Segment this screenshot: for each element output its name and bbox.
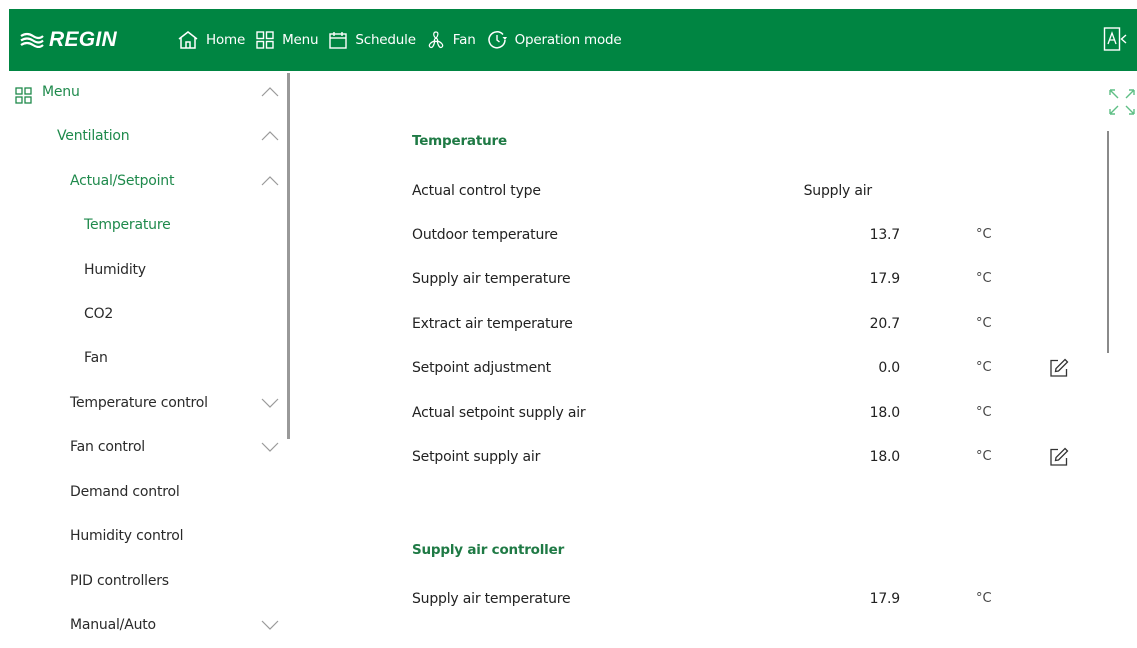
- regin-waves-icon: [20, 32, 44, 48]
- nav-fan[interactable]: Fan: [426, 30, 476, 50]
- regin-logo[interactable]: REGIN: [19, 28, 117, 52]
- row-value: 0.0: [878, 360, 900, 376]
- sidebar-item-fan-control[interactable]: Fan control: [0, 426, 286, 470]
- row-label: Setpoint supply air: [412, 449, 541, 465]
- row-unit: °C: [976, 591, 992, 606]
- chevron-up-icon[interactable]: [261, 131, 279, 141]
- sidebar-item-menu[interactable]: Menu: [0, 71, 286, 115]
- top-nav: Home Menu Schedule Fan Operation mode: [177, 9, 632, 71]
- top-bar: REGIN Home Menu Schedule Fan Operation m…: [9, 9, 1137, 71]
- nav-operation-mode-label: Operation mode: [514, 32, 622, 48]
- sidebar-item-fan[interactable]: Fan: [0, 337, 286, 381]
- nav-home-label: Home: [206, 32, 246, 48]
- row-value: 20.7: [869, 316, 901, 332]
- row-unit: °C: [976, 271, 992, 286]
- chevron-up-icon[interactable]: [261, 87, 279, 97]
- nav-schedule[interactable]: Schedule: [328, 30, 416, 50]
- sidebar-item-demand-control[interactable]: Demand control: [0, 471, 286, 515]
- sidebar-item-label: Temperature: [84, 217, 171, 233]
- data-row-supply-air-temperature: Supply air temperature 17.9 °C: [412, 271, 1072, 315]
- sidebar-item-label: Menu: [42, 84, 80, 100]
- data-row-actual-control-type: Actual control type Supply air: [412, 183, 1072, 227]
- row-value: 17.9: [869, 271, 901, 287]
- sidebar-item-label: PID controllers: [70, 573, 169, 589]
- home-icon: [178, 31, 198, 49]
- sidebar-item-label: Fan: [84, 350, 108, 366]
- sidebar-item-label: CO2: [84, 306, 114, 322]
- section-title-supply-air-controller: Supply air controller: [412, 542, 565, 558]
- sidebar-item-actual-setpoint[interactable]: Actual/Setpoint: [0, 160, 286, 204]
- nav-fan-label: Fan: [452, 32, 476, 48]
- row-value: 18.0: [869, 405, 901, 421]
- nav-menu-label: Menu: [282, 32, 319, 48]
- data-row-actual-setpoint-supply-air: Actual setpoint supply air 18.0 °C: [412, 405, 1072, 449]
- sidebar-item-temperature-control[interactable]: Temperature control: [0, 382, 286, 426]
- row-value: 18.0: [869, 449, 901, 465]
- nav-schedule-label: Schedule: [355, 32, 416, 48]
- row-unit: °C: [976, 227, 992, 242]
- sidebar-item-label: Actual/Setpoint: [70, 173, 175, 189]
- sidebar-item-label: Humidity control: [70, 528, 184, 544]
- nav-operation-mode[interactable]: Operation mode: [486, 29, 622, 51]
- main-content: Temperature Actual control type Supply a…: [300, 71, 1137, 634]
- data-row-supply-air-temperature: Supply air temperature 17.9 °C: [412, 591, 1072, 635]
- sidebar-item-label: Humidity: [84, 262, 146, 278]
- row-label: Setpoint adjustment: [412, 360, 551, 376]
- row-unit: °C: [976, 405, 992, 420]
- row-label: Supply air temperature: [412, 591, 571, 607]
- chevron-down-icon[interactable]: [261, 442, 279, 452]
- operation-mode-icon: [487, 31, 507, 49]
- sidebar-item-ventilation[interactable]: Ventilation: [0, 115, 286, 159]
- chevron-up-icon[interactable]: [261, 176, 279, 186]
- logo-text: REGIN: [49, 28, 118, 51]
- row-label: Extract air temperature: [412, 316, 573, 332]
- language-icon[interactable]: [1103, 26, 1129, 54]
- sidebar-item-humidity[interactable]: Humidity: [0, 249, 286, 293]
- sidebar-item-label: Ventilation: [57, 128, 130, 144]
- row-label: Actual control type: [412, 183, 541, 199]
- nav-menu[interactable]: Menu: [255, 30, 319, 50]
- nav-home[interactable]: Home: [177, 30, 245, 50]
- row-value: Supply air: [803, 183, 873, 199]
- sidebar-item-label: Manual/Auto: [70, 617, 156, 633]
- sidebar-scrollbar[interactable]: [287, 73, 290, 439]
- data-row-setpoint-supply-air: Setpoint supply air 18.0 °C: [412, 446, 1072, 493]
- section-title-temperature: Temperature: [412, 133, 507, 149]
- row-label: Supply air temperature: [412, 271, 571, 287]
- sidebar-item-co2[interactable]: CO2: [0, 293, 286, 337]
- row-label: Actual setpoint supply air: [412, 405, 586, 421]
- edit-icon[interactable]: [1048, 446, 1070, 468]
- sidebar-item-label: Fan control: [70, 439, 145, 455]
- content-scrollbar[interactable]: [1107, 131, 1109, 353]
- sidebar-item-manual-auto[interactable]: Manual/Auto: [0, 604, 286, 648]
- calendar-icon: [329, 32, 348, 49]
- edit-icon[interactable]: [1048, 357, 1070, 379]
- chevron-down-icon[interactable]: [261, 620, 279, 630]
- data-row-setpoint-adjustment: Setpoint adjustment 0.0 °C: [412, 357, 1072, 404]
- data-row-outdoor-temperature: Outdoor temperature 13.7 °C: [412, 227, 1072, 271]
- chevron-down-icon[interactable]: [261, 398, 279, 408]
- row-value: 17.9: [869, 591, 901, 607]
- row-unit: °C: [976, 449, 992, 464]
- sidebar-item-humidity-control[interactable]: Humidity control: [0, 515, 286, 559]
- sidebar-item-label: Temperature control: [70, 395, 208, 411]
- grid-icon: [256, 31, 274, 49]
- grid-icon: [15, 87, 32, 104]
- sidebar-item-label: Demand control: [70, 484, 180, 500]
- row-unit: °C: [976, 316, 992, 331]
- row-label: Outdoor temperature: [412, 227, 558, 243]
- sidebar-item-pid-controllers[interactable]: PID controllers: [0, 560, 286, 604]
- sidebar-item-temperature[interactable]: Temperature: [0, 204, 286, 248]
- expand-icon[interactable]: [1107, 87, 1137, 117]
- fan-icon: [428, 31, 444, 49]
- row-value: 13.7: [869, 227, 901, 243]
- data-row-extract-air-temperature: Extract air temperature 20.7 °C: [412, 316, 1072, 360]
- row-unit: °C: [976, 360, 992, 375]
- sidebar-menu: Menu Ventilation Actual/Setpoint Tempera…: [0, 71, 300, 634]
